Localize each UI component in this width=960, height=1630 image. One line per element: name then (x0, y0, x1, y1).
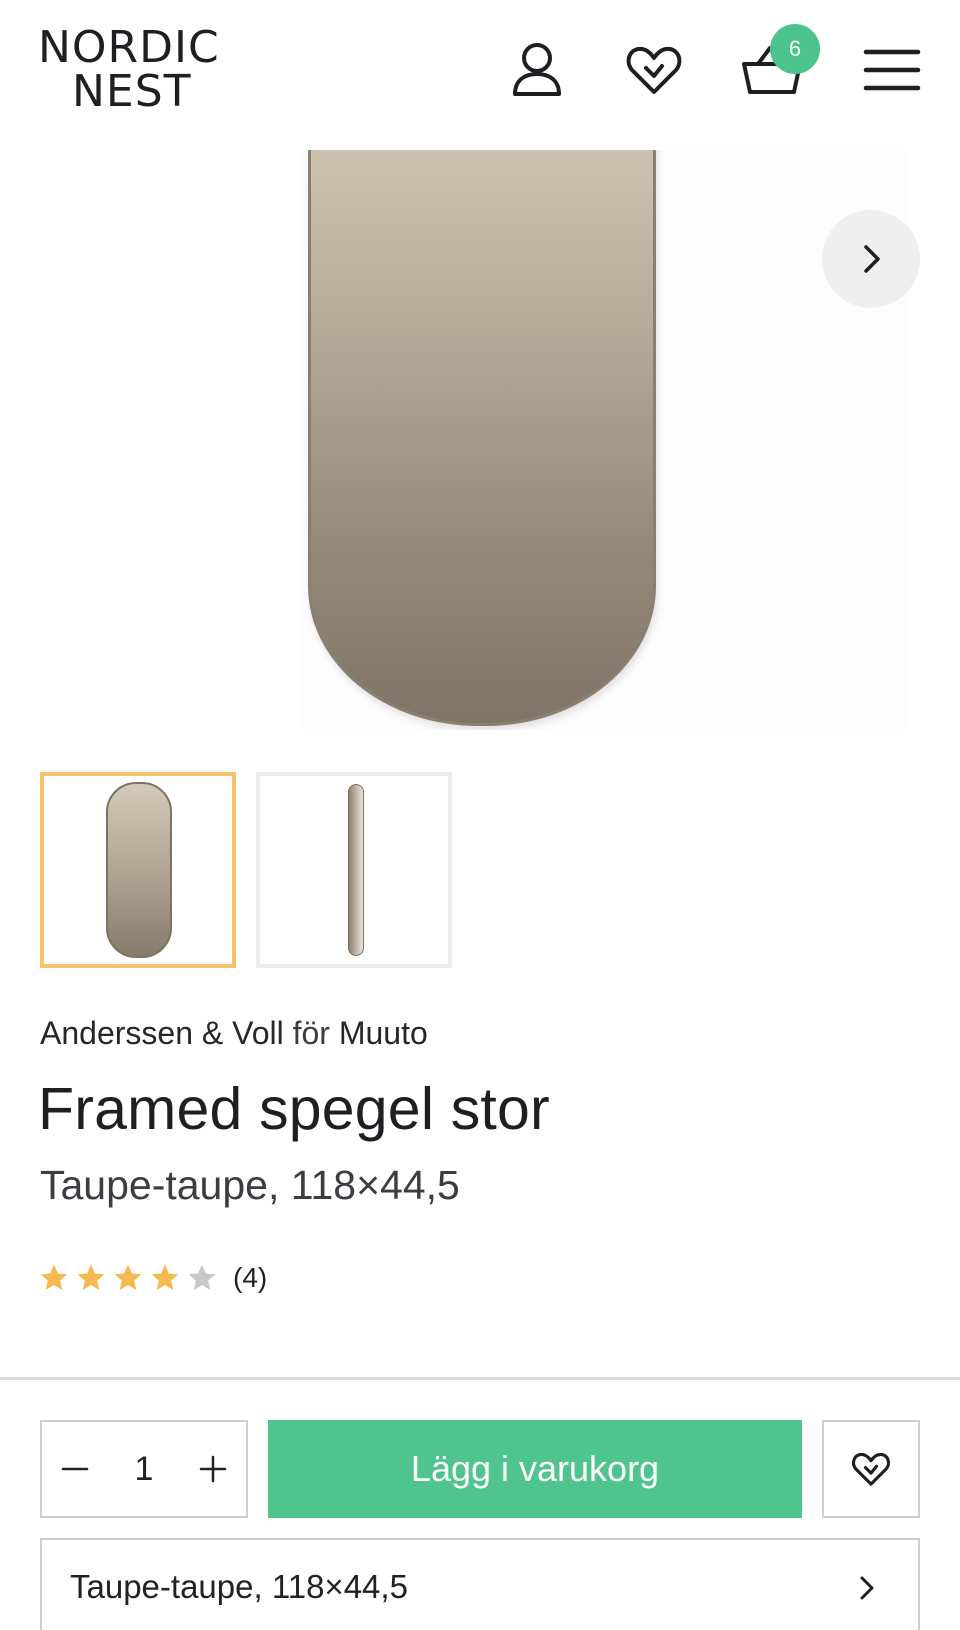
quantity-stepper: 1 (40, 1420, 248, 1518)
star-icon (77, 1264, 105, 1290)
cart-count-badge: 6 (770, 24, 820, 74)
thumbnail-side[interactable] (256, 772, 452, 968)
decrease-quantity-button[interactable] (42, 1422, 108, 1516)
wishlist-heart-icon[interactable] (622, 38, 686, 102)
nordic-nest-logo[interactable]: NORDIC NEST (38, 26, 238, 116)
logo-line-2: NEST (72, 66, 192, 117)
product-brand-line: Anderssen & Voll för Muuto (40, 1015, 428, 1052)
star-icon (114, 1264, 142, 1290)
product-title: Framed spegel stor (38, 1076, 550, 1142)
menu-icon[interactable] (860, 38, 924, 102)
star-empty-icon (188, 1264, 216, 1290)
minus-icon (61, 1467, 89, 1471)
next-image-button[interactable] (822, 210, 920, 308)
header: NORDIC NEST 6 (0, 0, 960, 150)
add-to-cart-button[interactable]: Lägg i varukorg (268, 1420, 802, 1518)
designer-link[interactable]: Anderssen & Voll (40, 1015, 284, 1051)
heart-icon (852, 1452, 890, 1486)
star-icon (40, 1264, 68, 1290)
chevron-right-icon (860, 1576, 874, 1600)
increase-quantity-button[interactable] (180, 1422, 246, 1516)
brand-link[interactable]: Muuto (339, 1015, 428, 1051)
star-icon (151, 1264, 179, 1290)
thumbnail-side-image (348, 784, 364, 956)
product-variant: Taupe-taupe, 118×44,5 (40, 1162, 460, 1208)
thumbnail-front[interactable] (40, 772, 236, 968)
variant-selector[interactable]: Taupe-taupe, 118×44,5 (40, 1538, 920, 1630)
chevron-right-icon (864, 245, 880, 273)
product-image-carousel[interactable] (0, 150, 960, 730)
plus-icon (199, 1455, 227, 1483)
product-rating[interactable]: (4) (38, 1258, 267, 1298)
thumbnail-front-image (106, 782, 172, 958)
user-icon[interactable] (505, 38, 569, 102)
logo-line-1: NORDIC (38, 22, 220, 73)
divider (0, 1377, 960, 1380)
quantity-value[interactable]: 1 (108, 1450, 180, 1489)
variant-selector-label: Taupe-taupe, 118×44,5 (70, 1568, 408, 1605)
add-to-wishlist-button[interactable] (822, 1420, 920, 1518)
for-text: för (292, 1015, 330, 1051)
product-image-mirror (308, 150, 656, 726)
rating-count: (4) (233, 1262, 268, 1293)
